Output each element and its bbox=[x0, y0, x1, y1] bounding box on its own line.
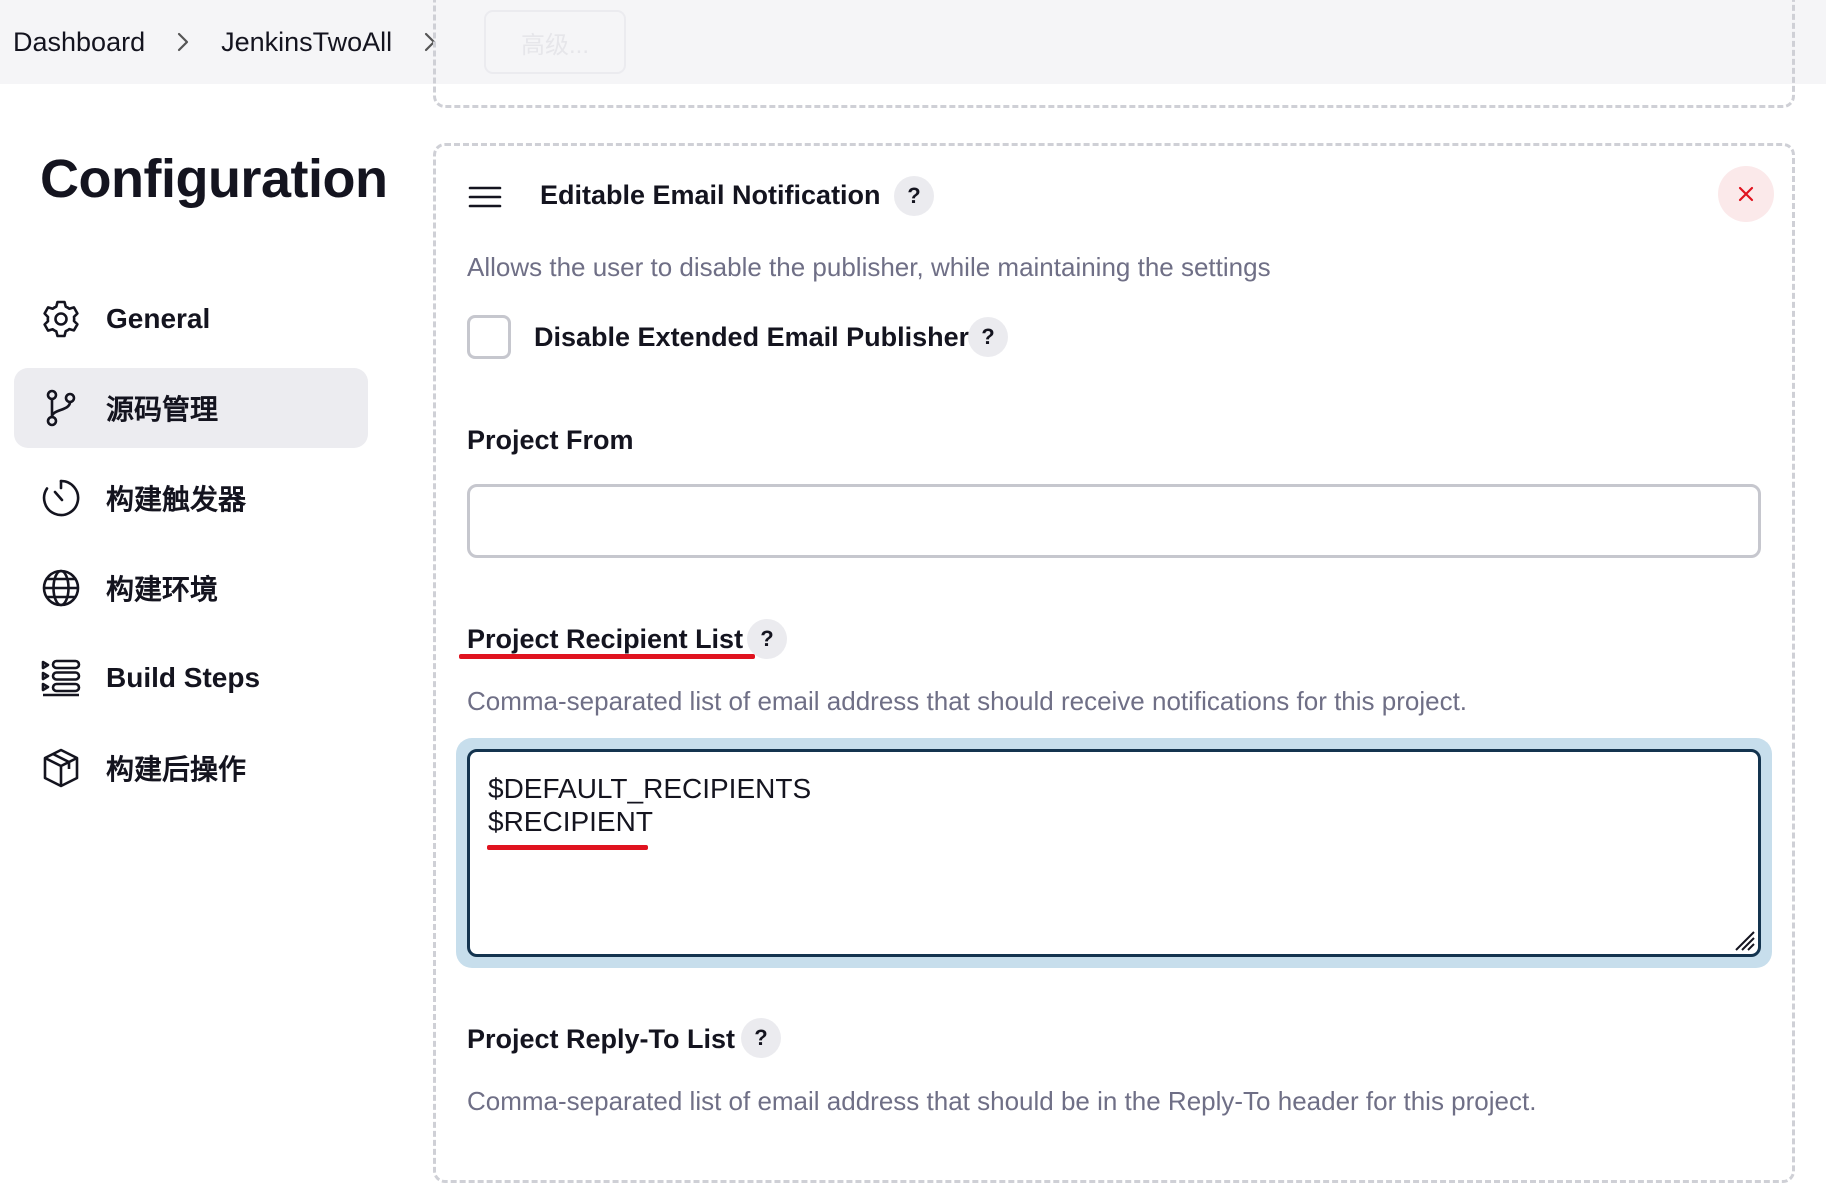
list-steps-icon bbox=[40, 657, 82, 699]
annotation-underline bbox=[459, 654, 755, 659]
help-icon[interactable]: ? bbox=[741, 1018, 781, 1058]
reply-to-description: Comma-separated list of email address th… bbox=[467, 1086, 1537, 1116]
disable-publisher-label: Disable Extended Email Publisher bbox=[534, 322, 970, 352]
resize-handle-icon[interactable] bbox=[1728, 924, 1756, 952]
branch-icon bbox=[40, 387, 82, 429]
previous-section-box bbox=[433, 0, 1795, 108]
package-icon bbox=[40, 747, 82, 789]
clock-icon bbox=[40, 477, 82, 519]
help-icon[interactable]: ? bbox=[894, 176, 934, 216]
breadcrumb-project[interactable]: JenkinsTwoAll bbox=[221, 27, 392, 58]
sidebar-item-label: 构建触发器 bbox=[106, 484, 247, 515]
close-icon bbox=[1738, 186, 1754, 202]
gear-icon bbox=[40, 298, 82, 340]
recipient-list-description: Comma-separated list of email address th… bbox=[467, 686, 1468, 716]
disable-publisher-checkbox[interactable] bbox=[467, 315, 511, 359]
close-button[interactable] bbox=[1718, 166, 1774, 222]
sidebar-item-label: 构建后操作 bbox=[106, 754, 247, 785]
sidebar-item-general[interactable]: General bbox=[14, 279, 368, 359]
sidebar-item-post-build[interactable]: 构建后操作 bbox=[14, 728, 368, 808]
annotation-underline bbox=[487, 845, 648, 850]
help-icon[interactable]: ? bbox=[747, 619, 787, 659]
reply-to-label: Project Reply-To List bbox=[467, 1024, 736, 1054]
globe-icon bbox=[40, 567, 82, 609]
sidebar-item-scm[interactable]: 源码管理 bbox=[14, 368, 368, 448]
project-from-input[interactable] bbox=[467, 484, 1761, 558]
section-description: Allows the user to disable the publisher… bbox=[467, 252, 1271, 282]
help-icon[interactable]: ? bbox=[968, 317, 1008, 357]
sidebar-item-label: 构建环境 bbox=[106, 574, 219, 605]
chevron-right-icon bbox=[163, 31, 203, 53]
sidebar-item-label: General bbox=[106, 303, 211, 334]
sidebar-item-build-steps[interactable]: Build Steps bbox=[14, 638, 368, 718]
project-from-label: Project From bbox=[467, 425, 634, 455]
breadcrumb-dashboard[interactable]: Dashboard bbox=[13, 27, 145, 58]
sidebar-item-build-triggers[interactable]: 构建触发器 bbox=[14, 458, 368, 538]
breadcrumb: Dashboard JenkinsTwoAll bbox=[13, 0, 468, 84]
recipient-list-textarea[interactable]: $DEFAULT_RECIPIENTS $RECIPIENT bbox=[467, 749, 1761, 957]
sidebar-item-label: Build Steps bbox=[106, 662, 261, 693]
sidebar-item-build-environment[interactable]: 构建环境 bbox=[14, 548, 368, 628]
textarea-line: $RECIPIENT bbox=[488, 806, 653, 837]
section-title: Editable Email Notification bbox=[540, 180, 881, 210]
textarea-line: $DEFAULT_RECIPIENTS bbox=[488, 773, 812, 804]
page-title: Configuration bbox=[40, 149, 388, 209]
drag-handle-icon[interactable] bbox=[468, 183, 502, 211]
sidebar-item-label: 源码管理 bbox=[106, 394, 219, 425]
recipient-list-label: Project Recipient List bbox=[467, 624, 744, 654]
